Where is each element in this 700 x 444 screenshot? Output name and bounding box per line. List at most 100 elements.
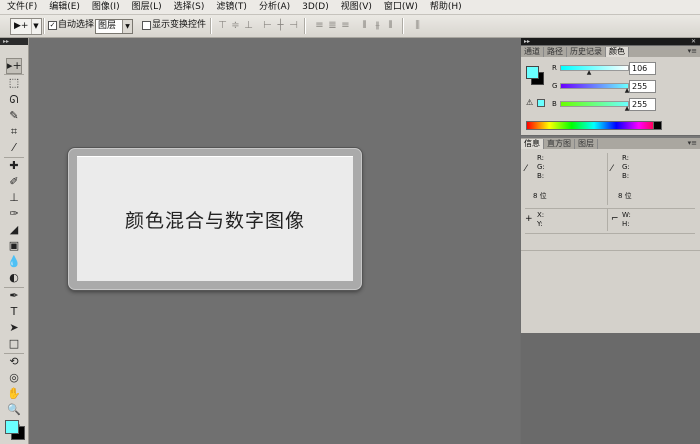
distribute-top-icon[interactable]: ≡ — [314, 20, 325, 31]
info-divider — [607, 153, 608, 205]
foreground-color-swatch[interactable] — [5, 420, 19, 434]
distribute-right-icon[interactable]: ⫴ — [385, 20, 396, 31]
menu-view[interactable]: 视图(V) — [334, 0, 377, 14]
info-h-label: H: — [622, 220, 630, 228]
tab-color[interactable]: 颜色 — [606, 47, 629, 57]
info-b-label: B: — [537, 172, 545, 180]
distribute-hcenter-icon[interactable]: ⫵ — [372, 20, 383, 31]
tab-info[interactable]: 信息 — [521, 139, 544, 149]
channel-g-label: G — [552, 82, 558, 90]
menu-help[interactable]: 帮助(H) — [423, 0, 467, 14]
align-left-icon[interactable]: ⊢ — [262, 20, 273, 31]
brush-tool-icon[interactable]: ✐ — [7, 175, 21, 189]
marquee-tool-icon[interactable]: ⬚ — [7, 76, 21, 90]
menu-file[interactable]: 文件(F) — [0, 0, 42, 14]
tool-divider — [4, 353, 24, 354]
distribute-vcenter-icon[interactable]: ≣ — [327, 20, 338, 31]
align-top-icon[interactable]: ⊤ — [217, 20, 228, 31]
selection-size-icon: ⌐ — [611, 214, 619, 224]
eraser-tool-icon[interactable]: ◢ — [7, 223, 21, 237]
image-plate-face: 颜色混合与数字图像 — [77, 156, 353, 281]
pen-tool-icon[interactable]: ✒ — [7, 289, 21, 303]
move-tool-icon[interactable]: ▸+ — [6, 58, 22, 74]
3d-rotate-tool-icon[interactable]: ⟲ — [7, 355, 21, 369]
eyedropper-tool-icon[interactable]: ⁄ — [7, 141, 21, 155]
foreground-color-swatch[interactable] — [526, 66, 539, 79]
red-slider-ramp[interactable] — [560, 65, 629, 71]
panel-grip[interactable]: ▸▸ — [0, 38, 28, 45]
tool-divider — [4, 157, 24, 158]
healing-brush-tool-icon[interactable]: ✚ — [7, 159, 21, 173]
red-value-field[interactable]: 106 — [629, 62, 656, 75]
green-value-field[interactable]: 255 — [629, 80, 656, 93]
hand-tool-icon[interactable]: ✋ — [7, 387, 21, 401]
green-slider-ramp[interactable] — [560, 83, 629, 89]
dodge-tool-icon[interactable]: ◐ — [7, 271, 21, 285]
image-plate: 颜色混合与数字图像 — [68, 148, 362, 290]
blur-tool-icon[interactable]: 💧 — [7, 255, 21, 269]
chevron-down-icon: ▼ — [122, 20, 132, 33]
blue-slider-ramp[interactable] — [560, 101, 629, 107]
menu-layer[interactable]: 图层(L) — [125, 0, 167, 14]
crosshair-icon: + — [525, 214, 533, 224]
distribute-left-icon[interactable]: ⫴ — [359, 20, 370, 31]
align-vcenter-icon[interactable]: ≑ — [230, 20, 241, 31]
info-b-label: B: — [622, 172, 630, 180]
crop-tool-icon[interactable]: ⌗ — [7, 125, 21, 139]
menu-window[interactable]: 窗口(W) — [377, 0, 423, 14]
panel-menu-icon[interactable]: ▾≡ — [688, 47, 697, 55]
options-bar: ▶+ ▼ ✓ 自动选择: 图层 ▼ 显示变换控件 ⊤ ≑ ⊥ ⊢ ┼ ⊣ ≡ ≣… — [0, 15, 700, 38]
info-divider — [607, 209, 608, 231]
panel-grip[interactable]: ▸▸ ✕ — [521, 38, 700, 45]
tab-channels[interactable]: 通道 — [521, 47, 544, 57]
tool-preset-picker[interactable]: ▶+ ▼ — [10, 18, 42, 35]
quick-select-tool-icon[interactable]: ✎ — [7, 109, 21, 123]
info-x-label: X: — [537, 211, 545, 219]
zoom-tool-icon[interactable]: 🔍 — [7, 403, 21, 417]
auto-align-layers-icon[interactable]: ⫼ — [412, 20, 423, 31]
tab-layers[interactable]: 图层 — [575, 139, 598, 149]
path-select-tool-icon[interactable]: ➤ — [7, 321, 21, 335]
history-brush-tool-icon[interactable]: ✑ — [7, 207, 21, 221]
slider-thumb-icon[interactable]: ▲ — [586, 70, 592, 76]
tools-panel: ▸▸ ▸+ ⬚ ᘏ ✎ ⌗ ⁄ ✚ ✐ ⊥ ✑ ◢ ▣ 💧 ◐ ✒ T ➤ □ … — [0, 38, 29, 444]
tab-histogram[interactable]: 直方图 — [544, 139, 575, 149]
info-w-label: W: — [622, 211, 631, 219]
align-hcenter-icon[interactable]: ┼ — [275, 20, 286, 31]
align-bottom-icon[interactable]: ⊥ — [243, 20, 254, 31]
auto-select-dropdown[interactable]: 图层 ▼ — [95, 19, 133, 34]
tab-history[interactable]: 历史记录 — [567, 47, 606, 57]
auto-select-checkbox[interactable]: ✓ — [48, 21, 57, 30]
menu-filter[interactable]: 滤镜(T) — [209, 0, 252, 14]
spectrum-black-swatch[interactable] — [653, 121, 662, 130]
distribute-bottom-icon[interactable]: ≡ — [340, 20, 351, 31]
auto-select-label: 自动选择: — [58, 20, 98, 30]
image-caption-text: 颜色混合与数字图像 — [124, 210, 305, 232]
info-divider — [525, 208, 695, 209]
menu-analysis[interactable]: 分析(A) — [252, 0, 295, 14]
menu-edit[interactable]: 编辑(E) — [42, 0, 85, 14]
toolbar-divider — [210, 18, 212, 34]
show-transform-checkbox[interactable] — [142, 21, 151, 30]
lasso-tool-icon[interactable]: ᘏ — [7, 93, 21, 107]
blue-value-field[interactable]: 255 — [629, 98, 656, 111]
panel-menu-icon[interactable]: ▾≡ — [688, 139, 697, 147]
color-spectrum-bar[interactable] — [526, 121, 662, 130]
toolbar-divider — [304, 18, 306, 34]
type-tool-icon[interactable]: T — [7, 305, 21, 319]
gradient-tool-icon[interactable]: ▣ — [7, 239, 21, 253]
align-right-icon[interactable]: ⊣ — [288, 20, 299, 31]
channel-r-label: R — [552, 64, 557, 72]
menu-image[interactable]: 图像(I) — [85, 0, 125, 14]
menu-bar: 文件(F) 编辑(E) 图像(I) 图层(L) 选择(S) 滤镜(T) 分析(A… — [0, 0, 700, 15]
gamut-swatch[interactable] — [537, 99, 545, 107]
tab-paths[interactable]: 路径 — [544, 47, 567, 57]
menu-select[interactable]: 选择(S) — [167, 0, 210, 14]
menu-3d[interactable]: 3D(D) — [295, 0, 334, 14]
clone-stamp-tool-icon[interactable]: ⊥ — [7, 191, 21, 205]
3d-orbit-tool-icon[interactable]: ◎ — [7, 371, 21, 385]
toolbar-divider — [402, 18, 404, 34]
toolbar-divider — [43, 18, 45, 34]
rectangle-tool-icon[interactable]: □ — [7, 337, 21, 351]
gamut-warning-icon[interactable]: ⚠ — [526, 98, 533, 107]
